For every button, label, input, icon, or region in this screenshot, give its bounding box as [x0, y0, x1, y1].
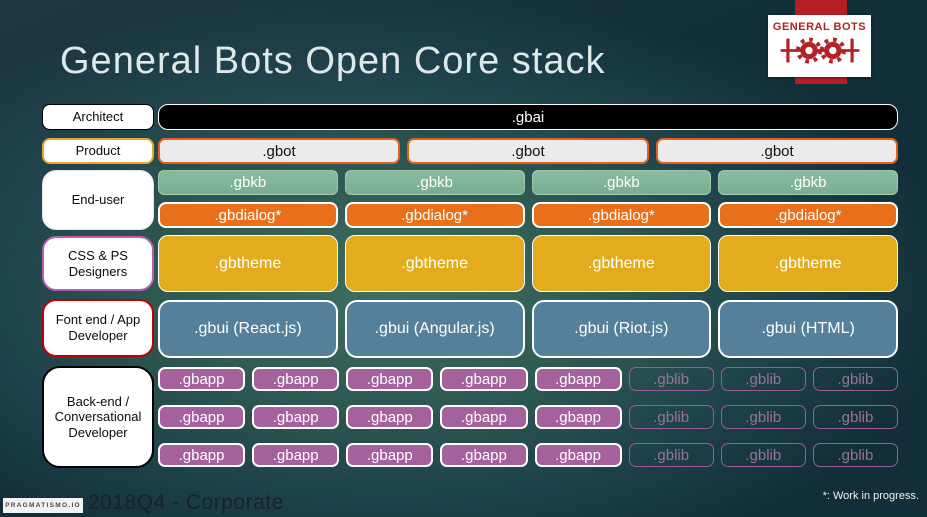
row-gbapp-gblib-3: .gbapp .gbapp .gbapp .gbapp .gbapp .gbli… — [158, 443, 898, 467]
role-label-product: Product — [42, 138, 154, 164]
gears-icon — [778, 34, 862, 72]
gbapp-box: .gbapp — [158, 443, 246, 467]
row-gbot: .gbot .gbot .gbot — [158, 138, 898, 164]
gbapp-box: .gbapp — [252, 367, 340, 391]
gbui-riot-box: .gbui (Riot.js) — [531, 300, 712, 358]
gbdialog-box: .gbdialog* — [158, 202, 338, 228]
gbapp-box: .gbapp — [346, 367, 434, 391]
row-gbapp-gblib-1: .gbapp .gbapp .gbapp .gbapp .gbapp .gbli… — [158, 367, 898, 391]
gblib-box: .gblib — [812, 443, 898, 467]
gbtheme-box: .gbtheme — [718, 235, 898, 292]
row-gbui: .gbui (React.js) .gbui (Angular.js) .gbu… — [158, 300, 898, 358]
gbapp-box: .gbapp — [440, 405, 528, 429]
general-bots-logo: GENERAL BOTS — [768, 15, 871, 77]
gbui-angular-box: .gbui (Angular.js) — [344, 300, 525, 358]
gbapp-box: .gbapp — [440, 367, 528, 391]
footer-caption: 2018Q4 - Corporate — [88, 491, 284, 514]
gblib-box: .gblib — [628, 443, 714, 467]
gbapp-box: .gbapp — [534, 443, 622, 467]
gbot-box: .gbot — [158, 138, 400, 164]
gbot-box: .gbot — [407, 138, 649, 164]
role-label-css-ps-designers: CSS & PS Designers — [42, 236, 154, 291]
gbapp-box: .gbapp — [158, 405, 246, 429]
gbapp-box: .gbapp — [346, 405, 434, 429]
gbapp-box: .gbapp — [252, 443, 340, 467]
gbdialog-box: .gbdialog* — [718, 202, 898, 228]
gbui-react-box: .gbui (React.js) — [158, 300, 338, 358]
gbui-html-box: .gbui (HTML) — [718, 300, 898, 358]
role-label-end-user: End-user — [42, 170, 154, 230]
role-label-frontend-app-developer: Font end / App Developer — [42, 299, 154, 357]
row-gbapp-gblib-2: .gbapp .gbapp .gbapp .gbapp .gbapp .gbli… — [158, 405, 898, 429]
gbkb-box: .gbkb — [344, 170, 525, 195]
row-gbtheme: .gbtheme .gbtheme .gbtheme .gbtheme — [158, 235, 898, 292]
gblib-box: .gblib — [720, 405, 806, 429]
gbdialog-box: .gbdialog* — [531, 202, 712, 228]
gbapp-box: .gbapp — [252, 405, 340, 429]
pragmatismo-brand-badge: PRAGMATISMO.IO — [3, 498, 83, 513]
logo-wordmark: GENERAL BOTS — [772, 20, 867, 33]
gbkb-box: .gbkb — [718, 170, 898, 195]
role-label-architect: Architect — [42, 104, 154, 130]
page-title: General Bots Open Core stack — [60, 40, 606, 82]
gbtheme-box: .gbtheme — [531, 235, 712, 292]
gbkb-box: .gbkb — [531, 170, 712, 195]
slide: General Bots Open Core stack GENERAL BOT… — [0, 0, 927, 517]
gbapp-box: .gbapp — [534, 405, 622, 429]
gblib-box: .gblib — [812, 405, 898, 429]
gbdialog-box: .gbdialog* — [344, 202, 525, 228]
gbapp-box: .gbapp — [158, 367, 246, 391]
gblib-box: .gblib — [720, 367, 806, 391]
row-gbai: .gbai — [158, 104, 898, 130]
gblib-box: .gblib — [628, 367, 714, 391]
gblib-box: .gblib — [812, 367, 898, 391]
work-in-progress-footnote: *: Work in progress. — [822, 490, 919, 502]
gbtheme-box: .gbtheme — [344, 235, 525, 292]
row-gbdialog: .gbdialog* .gbdialog* .gbdialog* .gbdial… — [158, 202, 898, 228]
role-label-backend-conversational-developer: Back-end / Conversational Developer — [42, 366, 154, 468]
gbapp-box: .gbapp — [346, 443, 434, 467]
gblib-box: .gblib — [720, 443, 806, 467]
gbapp-box: .gbapp — [534, 367, 622, 391]
gbkb-box: .gbkb — [158, 170, 338, 195]
gbai-box: .gbai — [158, 104, 898, 130]
gbtheme-box: .gbtheme — [158, 235, 338, 292]
gblib-box: .gblib — [628, 405, 714, 429]
gbapp-box: .gbapp — [440, 443, 528, 467]
row-gbkb: .gbkb .gbkb .gbkb .gbkb — [158, 170, 898, 195]
gbot-box: .gbot — [656, 138, 898, 164]
